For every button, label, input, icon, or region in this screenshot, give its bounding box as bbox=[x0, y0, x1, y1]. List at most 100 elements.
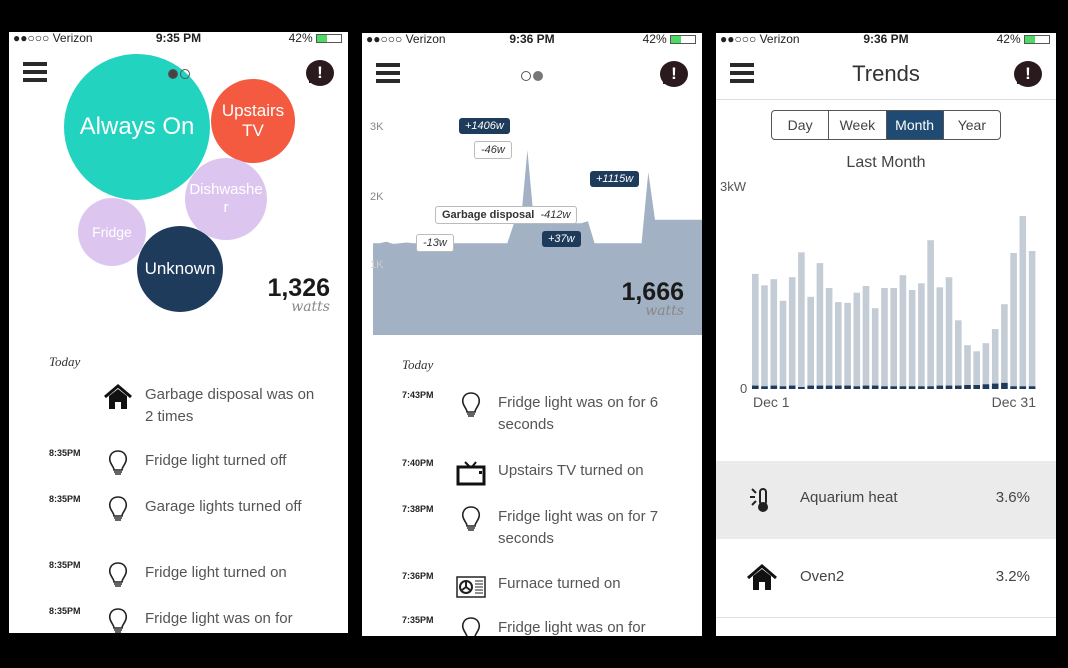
page-dot-2[interactable] bbox=[179, 69, 190, 79]
thermometer-icon bbox=[750, 488, 768, 512]
bar-day-19[interactable] bbox=[918, 283, 925, 389]
bar-base-day-31 bbox=[1028, 386, 1036, 389]
bar-day-2[interactable] bbox=[761, 285, 768, 389]
bar-base-day-29 bbox=[1010, 386, 1017, 389]
bar-day-10[interactable] bbox=[835, 302, 842, 389]
bar-base-day-11 bbox=[844, 385, 851, 389]
bar-day-31[interactable] bbox=[1028, 251, 1036, 389]
total-watts: 1,666 watts bbox=[621, 278, 684, 319]
device-name: Oven2 bbox=[800, 568, 845, 585]
bar-day-21[interactable] bbox=[936, 287, 944, 389]
annotation-delta: -412w bbox=[540, 209, 571, 221]
device-row-oven2[interactable]: Oven2 3.2% bbox=[716, 540, 1056, 618]
lightbulb-icon bbox=[461, 506, 481, 531]
bar-base-day-16 bbox=[890, 386, 897, 389]
bar-day-26[interactable] bbox=[982, 343, 990, 389]
annotation-tag-garbage-disposal[interactable]: Garbage disposal -412w bbox=[435, 206, 578, 224]
bar-day-18[interactable] bbox=[908, 290, 916, 389]
bubble-label: Always On bbox=[79, 112, 195, 140]
event-time: 7:38PM bbox=[402, 504, 434, 514]
bar-day-25[interactable] bbox=[973, 351, 980, 389]
bar-base-day-14 bbox=[871, 385, 879, 389]
bar-day-29[interactable] bbox=[1010, 253, 1017, 389]
bar-day-4[interactable] bbox=[779, 300, 787, 389]
battery-icon bbox=[316, 34, 342, 44]
bar-day-13[interactable] bbox=[862, 286, 870, 389]
bar-base-day-30 bbox=[1019, 386, 1027, 389]
lightbulb-icon bbox=[461, 617, 481, 636]
house-icon bbox=[747, 564, 777, 590]
event-text: Garage lights turned off bbox=[145, 498, 302, 515]
event-text: Fridge light was on for bbox=[145, 610, 293, 627]
bar-day-17[interactable] bbox=[899, 275, 907, 389]
bar-day-16[interactable] bbox=[890, 288, 897, 389]
bar-day-11[interactable] bbox=[844, 302, 851, 389]
lightbulb-icon bbox=[108, 450, 128, 475]
bar-day-20[interactable] bbox=[927, 240, 934, 389]
bar-day-22[interactable] bbox=[945, 277, 953, 389]
bar-base-day-23 bbox=[955, 385, 962, 389]
annotation-tag[interactable]: +1115w bbox=[590, 171, 640, 187]
bar-base-day-26 bbox=[982, 384, 990, 389]
event-time: 7:40PM bbox=[402, 458, 434, 468]
event-text: Upstairs TV turned on bbox=[498, 462, 644, 479]
annotation-tag[interactable]: -46w bbox=[474, 141, 512, 159]
bar-day-9[interactable] bbox=[825, 288, 833, 389]
tv-icon bbox=[456, 461, 486, 486]
house-icon bbox=[104, 384, 132, 409]
bar-day-23[interactable] bbox=[955, 320, 962, 389]
bar-base-day-18 bbox=[908, 386, 916, 389]
screen-now-bubbles: ●●○○○ Verizon 9:35 PM 42% ! Always On Up… bbox=[9, 32, 348, 633]
bubble-label: Fridge bbox=[92, 223, 132, 240]
lightbulb-icon bbox=[461, 392, 481, 417]
device-row-aquarium-heat[interactable]: Aquarium heat 3.6% bbox=[716, 461, 1056, 539]
bar-base-day-24 bbox=[964, 385, 971, 389]
bar-day-7[interactable] bbox=[807, 296, 814, 389]
monthly-bar-chart[interactable] bbox=[716, 33, 1056, 413]
section-heading: Today bbox=[402, 357, 434, 372]
bar-base-day-12 bbox=[853, 386, 861, 389]
bar-day-28[interactable] bbox=[1001, 304, 1008, 389]
bar-day-27[interactable] bbox=[991, 329, 999, 389]
annotation-tag[interactable]: +37w bbox=[542, 231, 581, 247]
bubble-label: Dishwasher bbox=[189, 181, 263, 216]
bar-day-24[interactable] bbox=[964, 345, 971, 389]
bar-day-1[interactable] bbox=[752, 273, 759, 389]
status-bar: ●●○○○ Verizon 9:35 PM 42% bbox=[9, 32, 348, 46]
bar-day-5[interactable] bbox=[788, 277, 796, 389]
bar-base-day-22 bbox=[945, 385, 953, 389]
bubble-fridge[interactable]: Fridge bbox=[78, 198, 146, 266]
bubble-dishwasher[interactable]: Dishwasher bbox=[185, 158, 267, 240]
furnace-icon bbox=[456, 576, 486, 598]
battery-percent: 42% bbox=[288, 32, 313, 45]
bar-base-day-10 bbox=[835, 385, 842, 389]
annotation-tag[interactable]: +1406w bbox=[459, 118, 510, 134]
bubble-upstairs-tv[interactable]: Upstairs TV bbox=[211, 79, 295, 163]
y-tick: 2K bbox=[370, 191, 384, 203]
bubble-label: Unknown bbox=[144, 258, 216, 278]
bar-base-day-27 bbox=[991, 383, 999, 389]
bar-day-6[interactable] bbox=[798, 252, 805, 389]
bar-day-3[interactable] bbox=[770, 279, 778, 389]
page-dot-1[interactable] bbox=[167, 69, 178, 79]
event-text: Furnace turned on bbox=[498, 575, 621, 592]
bar-day-30[interactable] bbox=[1019, 216, 1027, 389]
annotation-tag[interactable]: -13w bbox=[416, 234, 454, 252]
total-watts: 1,326 watts bbox=[267, 274, 330, 315]
bar-base-day-20 bbox=[927, 386, 934, 389]
bar-day-8[interactable] bbox=[816, 263, 824, 389]
lightbulb-icon bbox=[108, 562, 128, 587]
battery: 42% bbox=[289, 32, 342, 45]
event-time: 7:36PM bbox=[402, 571, 434, 581]
event-text: Fridge light turned on bbox=[145, 564, 287, 581]
device-percent: 3.6% bbox=[995, 489, 1030, 506]
page-indicator[interactable] bbox=[9, 66, 348, 84]
bubble-unknown[interactable]: Unknown bbox=[137, 226, 223, 312]
bar-day-14[interactable] bbox=[871, 308, 879, 389]
bar-day-12[interactable] bbox=[853, 292, 861, 389]
bar-base-day-8 bbox=[816, 385, 824, 389]
event-time: 7:43PM bbox=[402, 390, 434, 400]
bar-day-15[interactable] bbox=[881, 288, 888, 389]
bar-base-day-13 bbox=[862, 385, 870, 389]
bar-base-day-1 bbox=[752, 385, 759, 389]
